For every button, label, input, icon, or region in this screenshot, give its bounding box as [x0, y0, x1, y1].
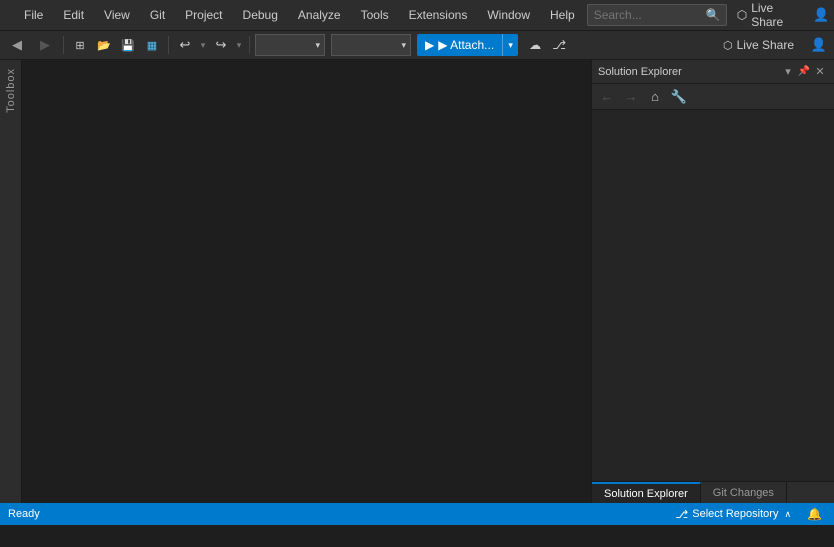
forward-navigate-button[interactable]: ▶	[32, 34, 58, 56]
undo-button[interactable]: ↩	[174, 34, 196, 56]
save-all-button[interactable]: ▦	[141, 34, 163, 56]
search-icon: 🔍	[706, 8, 721, 22]
attach-dropdown[interactable]: ▾	[502, 34, 518, 56]
se-home-button[interactable]: ⌂	[644, 86, 666, 108]
menu-analyze[interactable]: Analyze	[290, 4, 349, 26]
live-share-label: Live Share	[751, 1, 801, 29]
status-bar-right: ⎇ Select Repository ∧ 🔔	[672, 507, 826, 521]
back-navigate-button[interactable]: ◀	[4, 34, 30, 56]
open-button[interactable]: 📂	[93, 34, 115, 56]
new-project-icon: ⊞	[75, 39, 84, 52]
menu-git[interactable]: Git	[142, 4, 173, 26]
se-forward-icon: →	[625, 89, 638, 104]
bell-icon: 🔔	[807, 507, 822, 521]
se-back-icon: ←	[601, 89, 614, 104]
back-icon: ◀	[12, 37, 22, 53]
solution-explorer-content	[592, 110, 834, 481]
tab-git-changes[interactable]: Git Changes	[701, 482, 787, 503]
redo-button[interactable]: ↪	[210, 34, 232, 56]
git-icon: ⎇	[552, 38, 566, 52]
editor-area[interactable]	[22, 60, 591, 503]
redo-dropdown[interactable]: ▾	[234, 34, 244, 56]
cloud-icon: ☁	[529, 38, 541, 52]
platform-dropdown[interactable]: ▾	[331, 34, 411, 56]
live-share-icon: ⬡	[737, 8, 747, 22]
open-icon: 📂	[97, 39, 111, 52]
tab-solution-explorer-label: Solution Explorer	[604, 488, 688, 500]
menu-file[interactable]: File	[16, 4, 51, 26]
live-share-toolbar-icon: ⬡	[723, 39, 733, 52]
solution-explorer-close[interactable]: ✕	[812, 64, 828, 80]
undo-dropdown[interactable]: ▾	[198, 34, 208, 56]
toolbar-separator-1	[63, 36, 64, 54]
new-project-button[interactable]: ⊞	[69, 34, 91, 56]
se-back-button[interactable]: ←	[596, 86, 618, 108]
account-icon: 👤	[811, 37, 827, 53]
menu-edit[interactable]: Edit	[55, 4, 92, 26]
menu-view[interactable]: View	[96, 4, 138, 26]
attach-group: ▶ ▶ Attach... ▾	[417, 34, 518, 56]
solution-explorer-dropdown[interactable]: ▾	[780, 64, 796, 80]
solution-explorer-bottom-tabs: Solution Explorer Git Changes	[592, 481, 834, 503]
save-button[interactable]: 💾	[117, 34, 139, 56]
menu-debug[interactable]: Debug	[235, 4, 286, 26]
menu-extensions[interactable]: Extensions	[401, 4, 476, 26]
toolbox-panel[interactable]: Toolbox	[0, 60, 22, 503]
toolbar-separator-3	[249, 36, 250, 54]
play-icon: ▶	[425, 38, 434, 52]
git-icon-button[interactable]: ⎇	[548, 34, 570, 56]
tab-git-changes-label: Git Changes	[713, 487, 774, 499]
config-dropdown[interactable]: ▾	[255, 34, 325, 56]
menu-project[interactable]: Project	[177, 4, 230, 26]
select-repository-label: Select Repository	[692, 508, 778, 520]
config-dropdown-arrow: ▾	[315, 40, 320, 51]
menu-window[interactable]: Window	[479, 4, 538, 26]
live-share-toolbar: ⬡ Live Share 👤	[717, 34, 830, 56]
se-home-icon: ⌂	[651, 89, 659, 104]
live-share-toolbar-button[interactable]: ⬡ Live Share	[717, 36, 800, 54]
live-share-button[interactable]: ⬡ Live Share	[731, 0, 807, 31]
solution-explorer-close-icon: ✕	[815, 65, 824, 78]
feedback-icon: 👤	[813, 7, 829, 23]
toolbox-label: Toolbox	[5, 68, 17, 113]
pin-icon: 📌	[798, 66, 810, 77]
se-settings-button[interactable]: 🔧	[668, 86, 690, 108]
account-toolbar-button[interactable]: 👤	[808, 34, 830, 56]
title-bar: VS File Edit View Git Project Debug Anal…	[0, 0, 834, 30]
save-all-icon: ▦	[147, 39, 157, 52]
redo-icon: ↪	[216, 37, 227, 53]
solution-explorer-title: Solution Explorer	[598, 66, 780, 78]
menu-tools[interactable]: Tools	[353, 4, 397, 26]
tab-solution-explorer[interactable]: Solution Explorer	[592, 482, 701, 503]
main-area: Toolbox Solution Explorer ▾ 📌 ✕ ←	[0, 60, 834, 503]
title-bar-right: 🔍 ⬡ Live Share 👤 – ❐ ✕	[587, 0, 834, 31]
solution-explorer-pin[interactable]: 📌	[796, 64, 812, 80]
status-bar: Ready ⎇ Select Repository ∧ 🔔	[0, 503, 834, 525]
attach-label: ▶ Attach...	[438, 38, 494, 52]
menu-help[interactable]: Help	[542, 4, 583, 26]
repository-chevron: ∧	[784, 509, 791, 520]
toolbar: ◀ ▶ ⊞ 📂 💾 ▦ ↩ ▾ ↪ ▾ ▾ ▾ ▶ ▶ Attach...	[0, 30, 834, 60]
platform-dropdown-arrow: ▾	[401, 40, 406, 51]
solution-explorer-panel: Solution Explorer ▾ 📌 ✕ ← → ⌂	[591, 60, 834, 503]
live-share-toolbar-label: Live Share	[737, 38, 794, 52]
toolbar-separator-2	[168, 36, 169, 54]
solution-explorer-titlebar: Solution Explorer ▾ 📌 ✕	[592, 60, 834, 84]
search-wrapper: 🔍	[587, 4, 727, 26]
notifications-button[interactable]: 🔔	[803, 507, 826, 521]
repository-icon: ⎇	[676, 508, 689, 521]
feedback-button[interactable]: 👤	[811, 4, 832, 26]
se-settings-icon: 🔧	[671, 89, 687, 105]
forward-icon: ▶	[40, 37, 50, 53]
cloud-button[interactable]: ☁	[524, 34, 546, 56]
status-ready: Ready	[8, 508, 40, 520]
solution-explorer-toolbar: ← → ⌂ 🔧	[592, 84, 834, 110]
attach-dropdown-arrow: ▾	[508, 40, 513, 51]
undo-icon: ↩	[180, 37, 191, 53]
se-forward-button[interactable]: →	[620, 86, 642, 108]
select-repository-button[interactable]: ⎇ Select Repository ∧	[672, 508, 796, 521]
solution-explorer-dropdown-arrow: ▾	[785, 65, 791, 78]
save-icon: 💾	[121, 39, 135, 52]
attach-button[interactable]: ▶ ▶ Attach...	[417, 34, 502, 56]
